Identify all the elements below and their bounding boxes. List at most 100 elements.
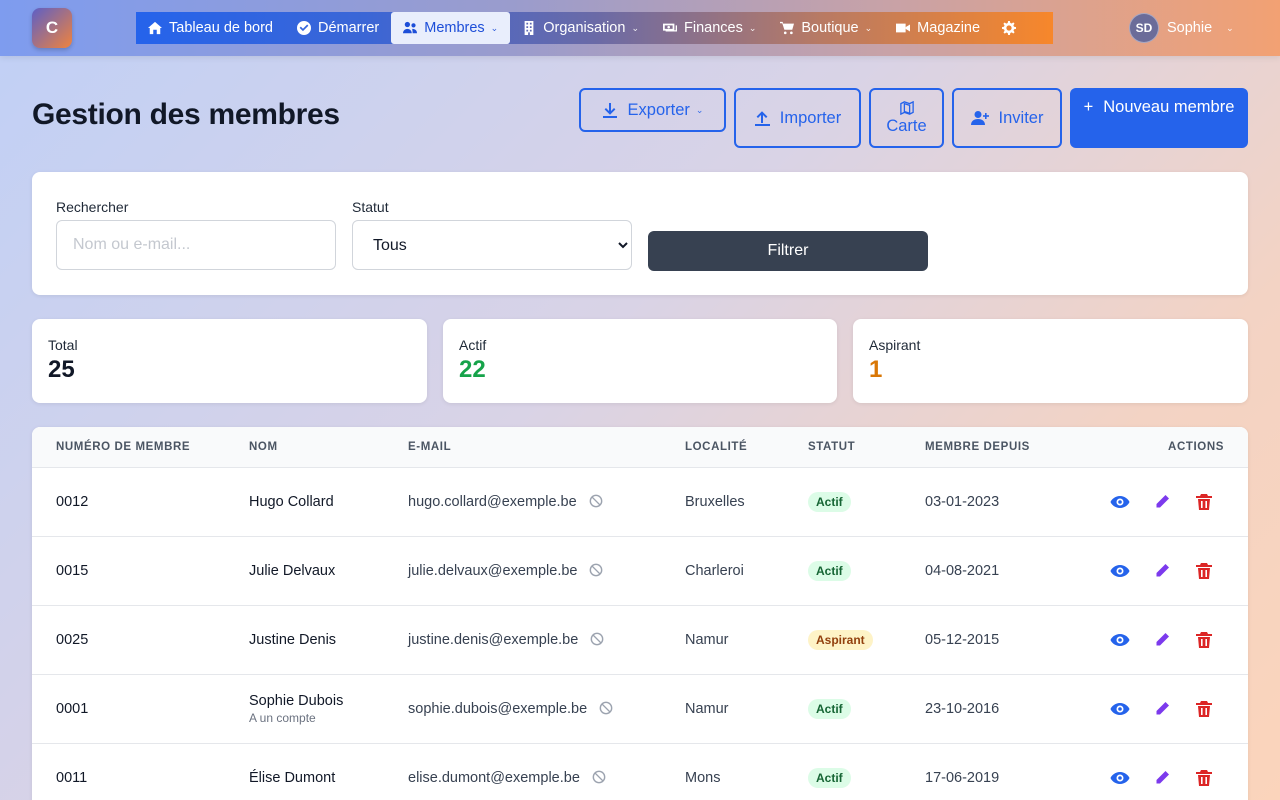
ban-icon[interactable] (590, 632, 604, 646)
table-row[interactable]: 0012 Hugo Collard hugo.collard@exemple.be B… (32, 467, 1248, 537)
page-title: Gestion des membres (32, 98, 340, 131)
nav-label: Magazine (917, 20, 981, 36)
chevron-down-icon: ⌄ (748, 22, 757, 33)
stat-card-total (32, 319, 427, 403)
ban-icon[interactable] (592, 770, 606, 784)
upload-icon (754, 111, 770, 126)
column-header: NOM (225, 427, 384, 468)
pencil-icon[interactable] (1152, 492, 1172, 512)
table-row[interactable]: 0011 Élise Dumont elise.dumont@exemple.be M… (32, 743, 1248, 800)
nav-item-boutique[interactable]: Boutique ⌄ (768, 12, 884, 44)
status-badge: Actif (808, 560, 851, 581)
status-cell: Aspirant (784, 605, 901, 675)
member-city: Namur (661, 674, 784, 744)
users-icon (403, 21, 418, 34)
pencil-icon[interactable] (1152, 561, 1172, 581)
money-icon (662, 23, 677, 32)
eye-icon[interactable] (1110, 630, 1130, 650)
stat-value: 25 (48, 356, 75, 383)
row-actions (1058, 674, 1248, 744)
filter-button[interactable]: Filtrer (648, 231, 928, 271)
search-input[interactable] (56, 220, 336, 270)
nav-item-demarrer[interactable]: Démarrer (285, 12, 391, 44)
nav-item-membres[interactable]: Membres ⌄ (391, 12, 511, 44)
nav-item-organisation[interactable]: Organisation ⌄ (510, 12, 651, 44)
ban-icon[interactable] (599, 701, 613, 715)
nav-label: Finances (683, 20, 743, 36)
member-name[interactable]: Sophie Dubois (249, 693, 343, 709)
member-city: Bruxelles (661, 467, 784, 537)
import-button[interactable]: Importer (734, 88, 861, 148)
row-actions (1058, 743, 1248, 800)
export-button[interactable]: Exporter ⌄ (579, 88, 726, 132)
member-number: 0001 (32, 674, 225, 744)
nav-item-magazine[interactable]: Magazine (884, 12, 992, 44)
row-actions (1058, 467, 1248, 537)
eye-icon[interactable] (1110, 768, 1130, 788)
status-select[interactable]: Tous (352, 220, 632, 270)
column-header: NUMÉRO DE MEMBRE (32, 427, 225, 468)
new-member-label: Nouveau membre (1103, 98, 1235, 116)
plus-icon: + (1083, 98, 1094, 116)
status-cell: Actif (784, 743, 901, 800)
column-header: ACTIONS (1058, 427, 1248, 468)
member-since: 05-12-2015 (901, 605, 1058, 675)
member-name-cell: Sophie Dubois A un compte (225, 674, 384, 744)
trash-icon[interactable] (1194, 699, 1214, 719)
nav-item-finances[interactable]: Finances ⌄ (651, 12, 768, 44)
eye-icon[interactable] (1110, 492, 1130, 512)
pencil-icon[interactable] (1152, 768, 1172, 788)
row-actions (1058, 536, 1248, 606)
pencil-icon[interactable] (1152, 699, 1172, 719)
member-name[interactable]: Élise Dumont (249, 770, 335, 786)
trash-icon[interactable] (1194, 561, 1214, 581)
map-button[interactable]: Carte (869, 88, 944, 148)
gear-icon (1002, 21, 1017, 35)
member-name[interactable]: Justine Denis (249, 632, 336, 648)
map-label: Carte (886, 116, 927, 135)
invite-button[interactable]: Inviter (952, 88, 1062, 148)
stat-value: 1 (869, 356, 883, 383)
column-header: MEMBRE DEPUIS (901, 427, 1058, 468)
column-header: E-MAIL (384, 427, 661, 468)
table-row[interactable]: 0001 Sophie Dubois A un compte sophie.duboi… (32, 674, 1248, 744)
trash-icon[interactable] (1194, 768, 1214, 788)
building-icon (524, 21, 534, 35)
new-member-button[interactable]: + Nouveau membre (1070, 88, 1248, 148)
email-cell: hugo.collard@exemple.be (384, 467, 661, 537)
nav-item-tableau-de-bord[interactable]: Tableau de bord (136, 12, 285, 44)
nav-label: Membres (424, 20, 485, 36)
eye-icon[interactable] (1110, 699, 1130, 719)
ban-icon[interactable] (589, 563, 603, 577)
nav-label: Organisation (543, 20, 626, 36)
member-since: 17-06-2019 (901, 743, 1058, 800)
member-city: Mons (661, 743, 784, 800)
video-icon (896, 23, 911, 33)
eye-icon[interactable] (1110, 561, 1130, 581)
stat-label: Total (48, 337, 78, 353)
avatar: SD (1129, 13, 1159, 43)
ban-icon[interactable] (589, 494, 603, 508)
trash-icon[interactable] (1194, 492, 1214, 512)
nav-label: Boutique (801, 20, 859, 36)
account-note: A un compte (249, 710, 316, 725)
email-cell: justine.denis@exemple.be (384, 605, 661, 675)
member-name[interactable]: Julie Delvaux (249, 563, 335, 579)
pencil-icon[interactable] (1152, 630, 1172, 650)
status-label: Statut (352, 199, 389, 215)
trash-icon[interactable] (1194, 630, 1214, 650)
member-since: 03-01-2023 (901, 467, 1058, 537)
member-name[interactable]: Hugo Collard (249, 494, 334, 510)
app-logo[interactable]: C (32, 8, 72, 48)
settings-button[interactable] (992, 12, 1026, 44)
stat-card-actif (443, 319, 837, 403)
member-name-cell: Élise Dumont (225, 743, 384, 800)
email-cell: julie.delvaux@exemple.be (384, 536, 661, 606)
member-email: hugo.collard@exemple.be (408, 493, 577, 510)
user-menu[interactable]: SD Sophie ⌄ (1129, 12, 1234, 44)
table-row[interactable]: 0025 Justine Denis justine.denis@exemple.b… (32, 605, 1248, 675)
members-table: NUMÉRO DE MEMBRE NOM E-MAIL LOCALITÉ STATUT M… (32, 427, 1248, 800)
table-row[interactable]: 0015 Julie Delvaux julie.delvaux@exemple.b… (32, 536, 1248, 606)
main-nav: Tableau de bord Démarrer Membres ⌄ Organisat… (136, 12, 1053, 44)
status-cell: Actif (784, 467, 901, 537)
